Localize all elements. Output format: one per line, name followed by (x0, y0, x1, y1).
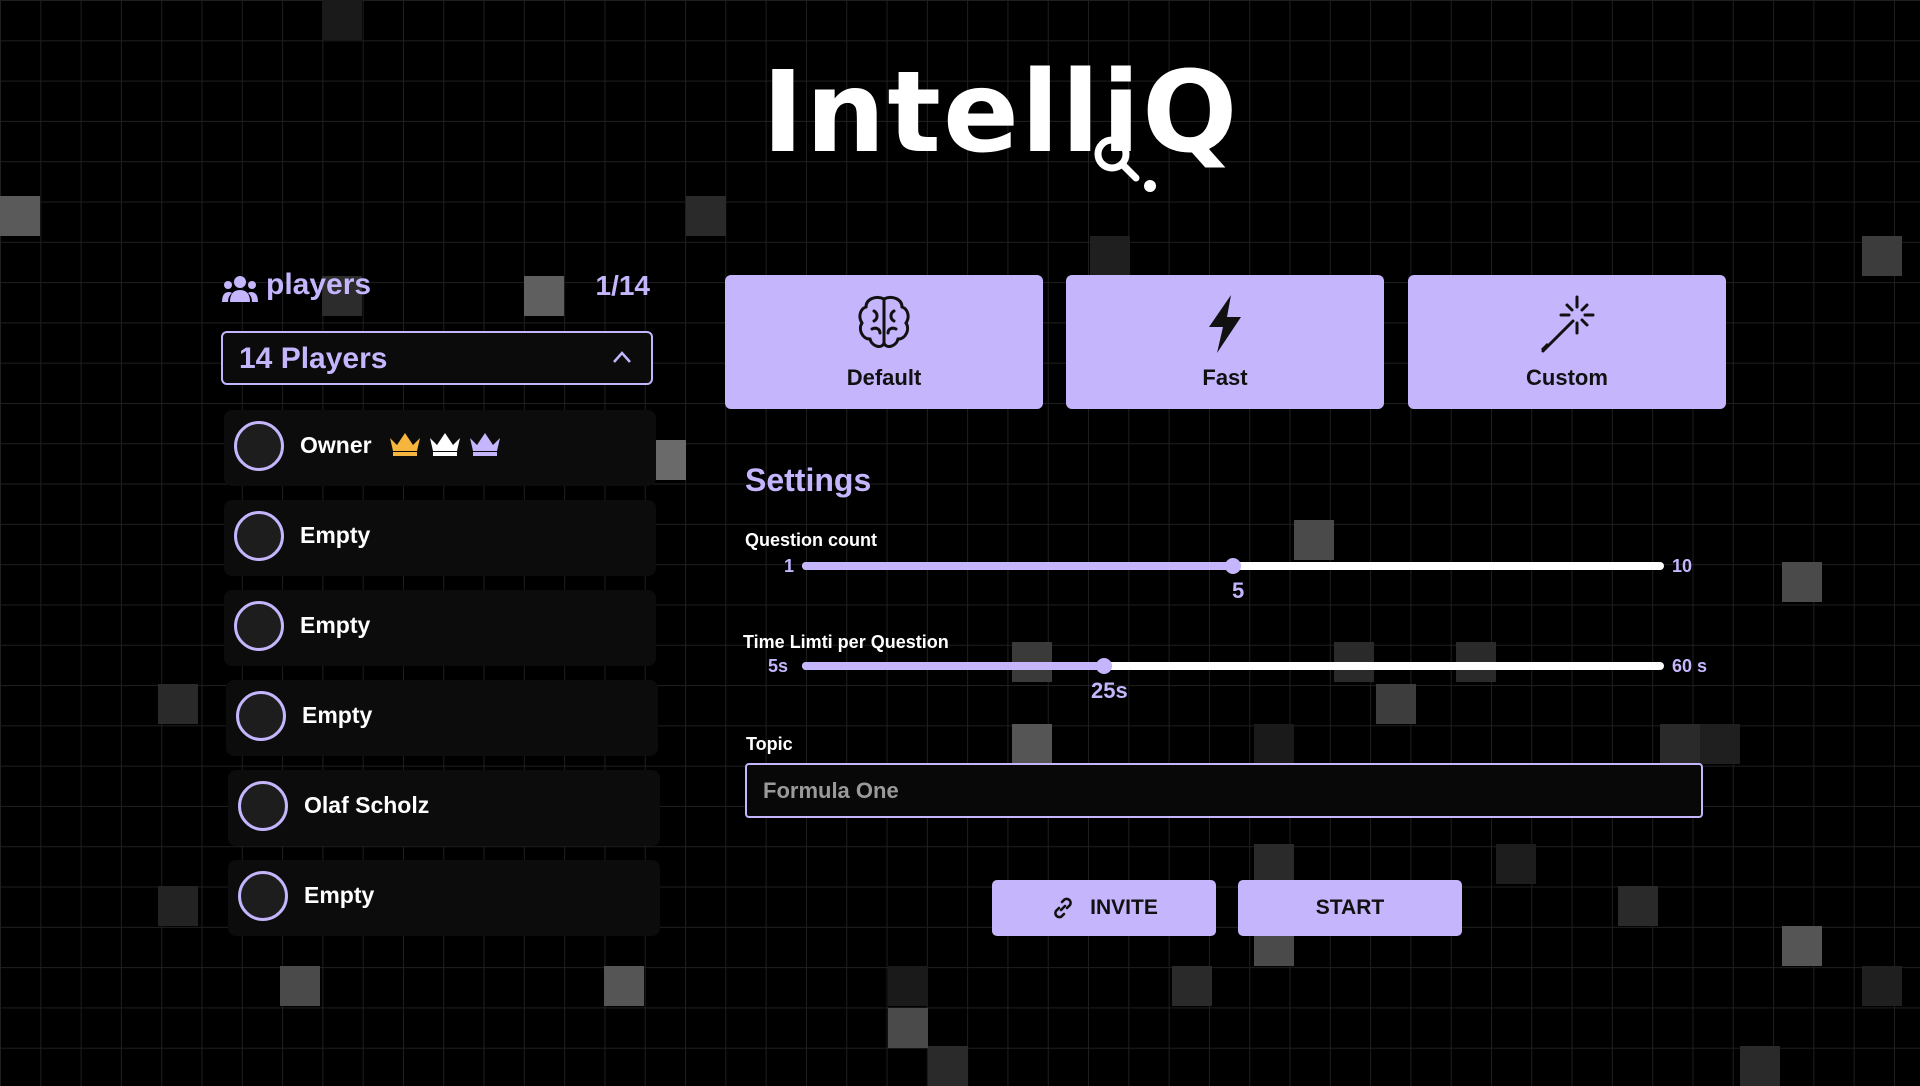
bg-tile (1294, 520, 1334, 560)
player-slot: Olaf Scholz (228, 770, 660, 846)
player-slot: Empty (226, 680, 658, 756)
bg-tile (928, 1046, 968, 1086)
bg-tile (1254, 724, 1294, 764)
bg-tile (888, 1008, 928, 1048)
topic-label: Topic (746, 734, 793, 754)
question-count-label: Question count (745, 530, 877, 550)
question-count-min: 1 (784, 556, 795, 576)
time-limit-slider[interactable] (802, 658, 1664, 674)
player-slot: Empty (224, 590, 656, 666)
lightning-icon (1209, 295, 1241, 353)
question-count-value: 5 (1232, 578, 1245, 603)
crown-icon (390, 433, 420, 456)
slider-thumb[interactable] (1225, 558, 1241, 574)
mode-fast-button[interactable]: Fast (1066, 275, 1384, 409)
players-title: players (266, 268, 372, 301)
logo-text: IntelliQ (762, 48, 1240, 178)
bg-tile (686, 196, 726, 236)
avatar (236, 691, 286, 741)
bg-tile (1700, 724, 1740, 764)
owner-crowns (388, 430, 502, 456)
bg-tile (1740, 1046, 1780, 1086)
bg-tile (1782, 562, 1822, 602)
users-icon (222, 276, 258, 302)
bg-tile (280, 966, 320, 1006)
bg-tile (1496, 844, 1536, 884)
settings-title: Settings (745, 462, 872, 498)
app-logo: IntelliQ (762, 48, 1237, 192)
bg-tile (1012, 724, 1052, 764)
bg-tile (1782, 926, 1822, 966)
magnifier-icon (1094, 136, 1156, 192)
bg-tile (1376, 684, 1416, 724)
avatar (234, 511, 284, 561)
player-name: Olaf Scholz (304, 792, 430, 818)
bg-tile (158, 684, 198, 724)
player-count-value: 14 Players (239, 342, 388, 375)
player-slot: Owner (224, 410, 656, 486)
player-name: Empty (300, 522, 371, 548)
bg-tile (1172, 966, 1212, 1006)
bg-tile (1862, 236, 1902, 276)
time-limit-min: 5s (768, 656, 789, 676)
player-slot: Empty (224, 500, 656, 576)
chevron-up-icon (613, 351, 631, 363)
bg-tile (158, 886, 198, 926)
players-count: 1/14 (595, 270, 651, 301)
bg-tile (888, 966, 928, 1006)
time-limit-label: Time Limti per Question (743, 632, 949, 652)
question-count-max: 10 (1672, 556, 1693, 576)
crown-icon (470, 433, 500, 456)
topic-input[interactable] (745, 763, 1703, 818)
slider-fill (802, 662, 1104, 670)
mode-label: Custom (1526, 365, 1608, 390)
bg-tile (604, 966, 644, 1006)
slider-fill (802, 562, 1233, 570)
avatar (234, 601, 284, 651)
bg-tile (322, 0, 362, 40)
crown-icon (430, 433, 460, 456)
link-icon (1054, 897, 1072, 919)
time-limit-max: 60 s (1672, 656, 1708, 676)
question-count-slider[interactable] (802, 558, 1664, 574)
mode-default-button[interactable]: Default (725, 275, 1043, 409)
bg-tile (1254, 844, 1294, 884)
mode-label: Fast (1202, 365, 1248, 390)
players-header: players 1/14 (222, 268, 650, 308)
player-count-select[interactable]: 14 Players (221, 331, 653, 385)
player-name: Owner (300, 432, 372, 458)
time-limit-value: 25s (1091, 678, 1128, 703)
player-name: Empty (302, 702, 373, 728)
bg-tile (0, 196, 40, 236)
mode-label: Default (846, 365, 922, 390)
brain-icon (858, 295, 910, 348)
invite-button[interactable]: INVITE (992, 880, 1216, 936)
avatar (238, 781, 288, 831)
player-slot: Empty (228, 860, 660, 936)
player-name: Empty (300, 612, 371, 638)
invite-label: INVITE (1090, 896, 1158, 919)
avatar (238, 871, 288, 921)
mode-custom-button[interactable]: Custom (1408, 275, 1726, 409)
start-label: START (1315, 896, 1385, 919)
bg-tile (1660, 724, 1700, 764)
bg-tile (1618, 886, 1658, 926)
magic-wand-icon (1541, 295, 1595, 353)
avatar (234, 421, 284, 471)
bg-tile (1862, 966, 1902, 1006)
player-name: Empty (304, 882, 375, 908)
bg-tile (1090, 236, 1130, 276)
slider-thumb[interactable] (1095, 658, 1112, 674)
start-button[interactable]: START (1238, 880, 1462, 936)
bg-tile (656, 440, 686, 480)
